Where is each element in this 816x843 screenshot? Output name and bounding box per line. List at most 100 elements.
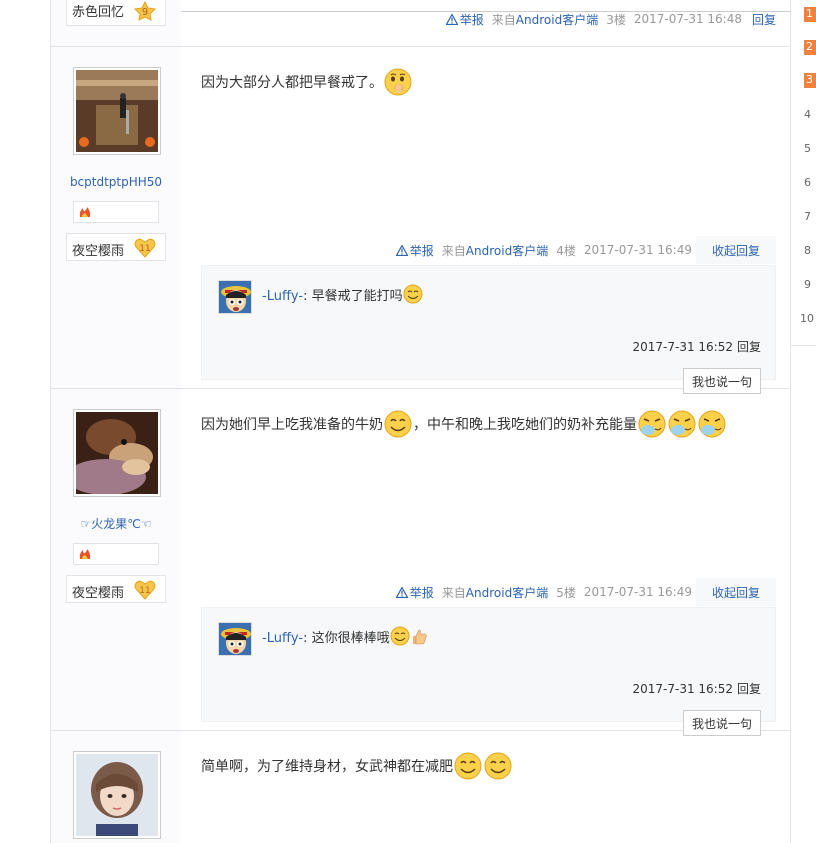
reply-link[interactable]: 回复 (752, 11, 776, 28)
rank-number[interactable]: 9 (804, 278, 816, 293)
rank-number[interactable]: 1 (804, 7, 816, 22)
post-content: 因为大部分人都把早餐戒了。 (201, 67, 413, 97)
rank-number[interactable]: 10 (800, 312, 816, 327)
sub-reply-reply-link[interactable]: 回复 (737, 682, 761, 696)
rank-number[interactable]: 8 (804, 244, 816, 259)
author-avatar[interactable] (73, 67, 161, 155)
collapse-reply-tab[interactable]: 收起回复 (695, 236, 776, 264)
level-badge[interactable]: 赤色回忆 9 (66, 0, 166, 26)
sidebar-divider (791, 345, 816, 346)
warning-icon (395, 586, 408, 598)
post-text-part-2: ，中午和晚上我吃她们的奶补充能量 (413, 417, 637, 433)
level-star-icon: 9 (134, 1, 156, 21)
level-name: 夜空樱雨 (72, 586, 125, 601)
client-link[interactable]: Android客户端 (466, 244, 548, 258)
post-content: 因为她们早上吃我准备的牛奶 ，中午和晚上我吃她们的奶补充能量 (201, 409, 727, 439)
smile-emoji (454, 752, 482, 780)
post-date: 2017-07-31 16:49 (583, 243, 692, 257)
smile-emoji (484, 752, 512, 780)
sub-reply-content: -Luffy-: 早餐戒了能打吗 (262, 284, 423, 304)
svg-text:9: 9 (142, 7, 148, 18)
client-link[interactable]: Android客户端 (516, 13, 598, 27)
rank-number[interactable]: 5 (804, 142, 816, 157)
rank-number[interactable]: 7 (804, 210, 816, 225)
level-badge[interactable]: 夜空樱雨 11 (66, 233, 166, 261)
smile-emoji (390, 626, 410, 646)
client-info: 来自Android客户端 (441, 585, 549, 600)
sub-reply-user[interactable]: -Luffy- (262, 631, 303, 646)
report-label: 举报 (409, 243, 434, 258)
client-info: 来自Android客户端 (441, 243, 549, 258)
post-text: 因为大部分人都把早餐戒了。 (201, 75, 383, 91)
post-list: 赤色回忆 9 举报 来自Android客户端 3楼 2017-07-31 16:… (50, 0, 791, 843)
flame-badge-icon (79, 549, 91, 559)
floor-number: 3楼 (606, 12, 626, 27)
level-name: 赤色回忆 (72, 5, 125, 20)
onepiece-avatar[interactable] (218, 622, 252, 656)
rank-number[interactable]: 3 (804, 73, 816, 88)
warning-icon (395, 244, 408, 256)
sub-reply-text: 早餐戒了能打吗 (311, 289, 403, 304)
author-column (51, 731, 181, 843)
floor-number: 5楼 (556, 585, 576, 600)
report-link[interactable]: 举报 (395, 242, 434, 259)
svg-text:11: 11 (139, 244, 150, 254)
floor-number: 4楼 (556, 243, 576, 258)
post-date: 2017-07-31 16:49 (583, 585, 692, 599)
report-link[interactable]: 举报 (445, 11, 484, 28)
warning-icon (445, 13, 458, 25)
sneeze-emoji (638, 410, 666, 438)
smile-emoji (403, 284, 423, 304)
sub-reply-box: -Luffy-: 这你很棒棒哦 2017-7-31 16:52 回复 我也说一句 (201, 607, 776, 736)
sub-reply-time: 2017-7-31 16:52 (632, 340, 733, 354)
sub-reply-text: 这你很棒棒哦 (311, 631, 390, 646)
sneeze-emoji (668, 410, 696, 438)
level-heart-icon: 11 (134, 580, 156, 600)
report-label: 举报 (459, 12, 484, 27)
avatar-image (76, 754, 158, 836)
author-avatar[interactable] (73, 409, 161, 497)
post-text-part-1: 因为她们早上吃我准备的牛奶 (201, 417, 383, 433)
post-floor-4: bcptdtptpHH50 夜空樱雨 11 因为大部分人都把早餐戒了。 举报 来… (51, 47, 791, 394)
sub-reply-content: -Luffy-: 这你很棒棒哦 (262, 626, 428, 646)
sub-reply-meta: 2017-7-31 16:52 回复 (632, 338, 761, 355)
client-link[interactable]: Android客户端 (466, 586, 548, 600)
sub-reply-meta: 2017-7-31 16:52 回复 (632, 680, 761, 697)
author-name[interactable]: bcptdtptpHH50 (51, 175, 181, 189)
flame-badge-icon (79, 207, 91, 217)
sub-reply-time: 2017-7-31 16:52 (632, 682, 733, 696)
author-name[interactable]: ☞火龙果℃☜ (51, 515, 181, 532)
onepiece-avatar[interactable] (218, 280, 252, 314)
avatar-image (76, 412, 158, 494)
author-column: bcptdtptpHH50 夜空樱雨 11 (51, 47, 181, 388)
post-floor-3: 赤色回忆 9 举报 来自Android客户端 3楼 2017-07-31 16:… (51, 0, 791, 47)
rank-number[interactable]: 2 (804, 40, 816, 55)
collapse-reply-tab[interactable]: 收起回复 (695, 578, 776, 606)
rank-number[interactable]: 4 (804, 108, 816, 123)
author-column: 赤色回忆 9 (51, 0, 181, 46)
rank-number[interactable]: 6 (804, 176, 816, 191)
sub-reply-user[interactable]: -Luffy- (262, 289, 303, 304)
report-label: 举报 (409, 585, 434, 600)
post-tail: 举报 来自Android客户端 5楼 2017-07-31 16:49 收起回复 (395, 578, 776, 606)
member-badge[interactable] (73, 201, 159, 223)
avatar-image (76, 70, 158, 152)
level-name: 夜空樱雨 (72, 244, 125, 259)
sub-reply-box: -Luffy-: 早餐戒了能打吗 2017-7-31 16:52 回复 我也说一句 (201, 265, 776, 394)
svg-text:11: 11 (139, 586, 150, 596)
post-content: 简单啊，为了维持身材，女武神都在减肥 (201, 751, 513, 781)
sub-reply-reply-link[interactable]: 回复 (737, 340, 761, 354)
sneeze-emoji (698, 410, 726, 438)
post-date: 2017-07-31 16:48 (633, 12, 742, 26)
post-tail: 举报 来自Android客户端 3楼 2017-07-31 16:48 回复 (445, 6, 776, 32)
level-heart-icon: 11 (134, 238, 156, 258)
thinking-emoji (384, 68, 412, 96)
author-column: ☞火龙果℃☜ 夜空樱雨 11 (51, 389, 181, 730)
post-tail: 举报 来自Android客户端 4楼 2017-07-31 16:49 收起回复 (395, 236, 776, 264)
author-avatar[interactable] (73, 751, 161, 839)
member-badge[interactable] (73, 543, 159, 565)
report-link[interactable]: 举报 (395, 584, 434, 601)
thumbs-up-emoji (412, 629, 427, 645)
level-badge[interactable]: 夜空樱雨 11 (66, 575, 166, 603)
post-text: 简单啊，为了维持身材，女武神都在减肥 (201, 759, 453, 775)
